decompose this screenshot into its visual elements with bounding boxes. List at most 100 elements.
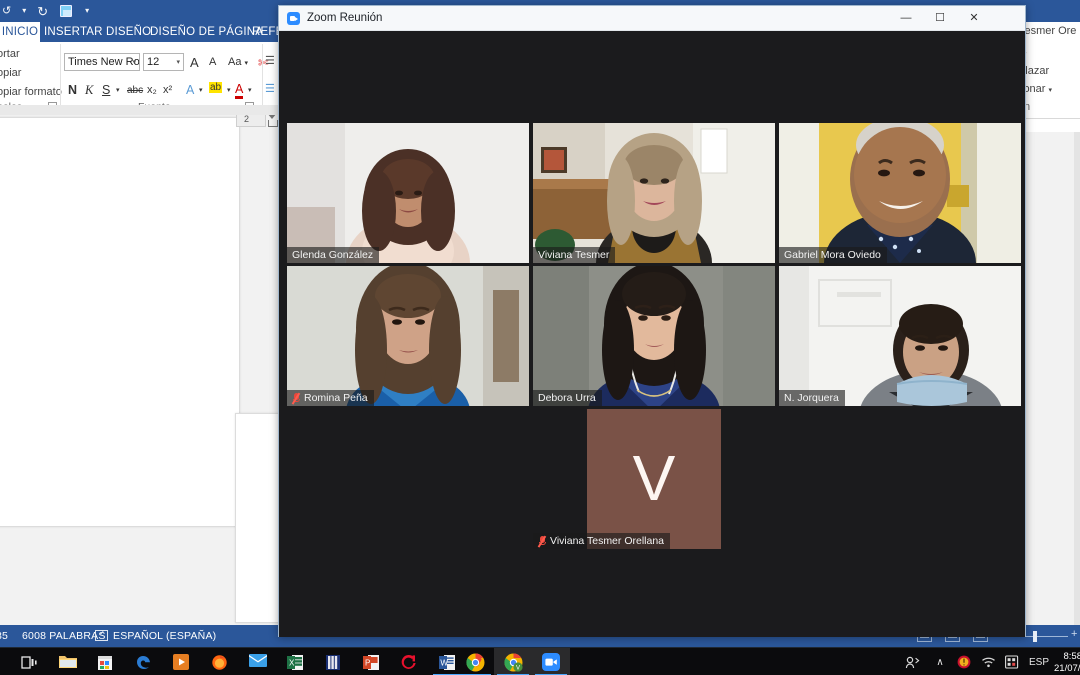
- font-size-dropdown-icon[interactable]: ▾: [176, 54, 180, 70]
- task-view-button[interactable]: [12, 648, 46, 675]
- microsoft-store-button[interactable]: [88, 648, 122, 675]
- language-indicator[interactable]: ESP: [1024, 648, 1054, 675]
- italic-button[interactable]: K: [85, 83, 93, 98]
- video-feed: [779, 266, 1021, 406]
- microsoft-store-icon: [97, 654, 114, 671]
- page-number-fragment[interactable]: 85: [0, 625, 8, 647]
- ruler-marker-icon[interactable]: [267, 113, 278, 127]
- language-label[interactable]: ESPAÑOL (ESPAÑA): [113, 625, 216, 647]
- copy-button[interactable]: opiar: [0, 67, 21, 79]
- tab-insertar[interactable]: INSERTAR: [44, 22, 103, 42]
- clock[interactable]: 8:58 21/07/2: [1054, 648, 1080, 675]
- word-count-label[interactable]: 6008 PALABRAS: [22, 625, 106, 647]
- firefox-icon: [211, 654, 228, 671]
- file-explorer-button[interactable]: [50, 648, 84, 675]
- font-size-input[interactable]: 12 ▾: [143, 53, 184, 71]
- format-painter-button[interactable]: opiar formato: [0, 86, 62, 98]
- acrobat-button[interactable]: [392, 648, 426, 675]
- zoom-taskbar-button[interactable]: [532, 648, 570, 675]
- font-color-button[interactable]: A: [235, 82, 244, 99]
- participant-tile[interactable]: Viviana Tesmer: [533, 123, 775, 263]
- change-case-button[interactable]: Aa ▾: [228, 56, 248, 68]
- zoom-app-icon: [287, 12, 300, 25]
- tab-diseno-de-pagina[interactable]: DISEÑO DE PÁGINA: [150, 22, 263, 42]
- task-view-icon: [20, 654, 38, 671]
- font-name-input[interactable]: Times New Ro ▾: [64, 53, 140, 71]
- clock-time: 8:58: [1063, 651, 1080, 662]
- muted-mic-icon: [537, 535, 547, 547]
- tab-diseno[interactable]: DISEÑO: [106, 22, 151, 42]
- participant-name-tag: Viviana Tesmer Orellana: [533, 533, 671, 549]
- text-effects-dropdown-icon[interactable]: ▾: [199, 86, 203, 94]
- bold-button[interactable]: N: [68, 83, 77, 97]
- subscript-button[interactable]: x₂: [147, 84, 157, 96]
- firefox-button[interactable]: [202, 648, 236, 675]
- cut-button[interactable]: ortar: [0, 48, 20, 60]
- customize-qat-icon[interactable]: ▾: [85, 7, 89, 15]
- excel-button[interactable]: X: [278, 648, 312, 675]
- powerpoint-button[interactable]: P: [354, 648, 388, 675]
- video-feed: [287, 266, 529, 406]
- close-button[interactable]: ✕: [957, 6, 991, 30]
- bullets-button[interactable]: ☰: [265, 54, 275, 67]
- chrome-button[interactable]: [456, 648, 494, 675]
- font-color-dropdown-icon[interactable]: ▾: [248, 86, 252, 94]
- maximize-button[interactable]: ☐: [923, 6, 957, 30]
- zoom-meeting-window[interactable]: Zoom Reunión — ☐ ✕ Glenda González Vivia…: [278, 5, 1026, 637]
- minimize-button[interactable]: —: [889, 6, 923, 30]
- media-player-button[interactable]: [164, 648, 198, 675]
- svg-text:W: W: [440, 658, 448, 667]
- people-icon[interactable]: [900, 648, 924, 675]
- underline-button[interactable]: S: [102, 83, 110, 97]
- zoom-slider-thumb[interactable]: [1033, 631, 1037, 642]
- redo-icon[interactable]: ↻: [37, 5, 48, 18]
- participant-tile[interactable]: Romina Peña: [287, 266, 529, 406]
- mendeley-button[interactable]: [316, 648, 350, 675]
- svg-text:P: P: [365, 658, 370, 667]
- document-page-next[interactable]: [235, 413, 280, 623]
- highlight-dropdown-icon[interactable]: ▾: [227, 86, 231, 94]
- highlight-icon[interactable]: ab: [209, 82, 223, 93]
- microsoft-edge-button[interactable]: [126, 648, 160, 675]
- mail-button[interactable]: [240, 648, 274, 675]
- document-scrollbar[interactable]: [1074, 132, 1080, 625]
- file-explorer-icon: [58, 654, 77, 671]
- participant-tile-avatar[interactable]: V Viviana Tesmer Orellana: [533, 409, 775, 549]
- underline-dropdown-icon[interactable]: ▾: [116, 86, 120, 94]
- wifi-icon[interactable]: [978, 648, 998, 675]
- participant-tile[interactable]: Glenda González: [287, 123, 529, 263]
- zoom-video-stage[interactable]: Glenda González Viviana Tesmer Gabriel M…: [279, 31, 1025, 637]
- grow-font-button[interactable]: A: [190, 55, 199, 70]
- show-hidden-icons-button[interactable]: ∧: [930, 648, 950, 675]
- participant-name: Romina Peña: [304, 392, 368, 404]
- acrobat-icon: [401, 654, 418, 671]
- microsoft-edge-icon: [135, 654, 152, 671]
- font-name-dropdown-icon[interactable]: ▾: [132, 54, 136, 70]
- text-effects-button[interactable]: A: [186, 83, 194, 97]
- undo-icon[interactable]: ↺: [2, 5, 11, 17]
- tab-inicio[interactable]: INICIO: [0, 22, 40, 42]
- participant-name-tag: Glenda González: [287, 247, 380, 263]
- save-icon[interactable]: [59, 4, 74, 18]
- align-left-button[interactable]: ☰: [265, 82, 275, 95]
- notification-icon[interactable]: [954, 648, 974, 675]
- superscript-button[interactable]: x²: [163, 84, 172, 96]
- participant-tile[interactable]: Debora Urra: [533, 266, 775, 406]
- action-center-icon[interactable]: [1002, 648, 1022, 675]
- media-player-icon: [172, 653, 190, 671]
- zoom-in-button[interactable]: +: [1071, 628, 1077, 640]
- participant-avatar-initial: V: [587, 409, 721, 549]
- document-page[interactable]: [0, 117, 240, 527]
- excel-icon: X: [286, 654, 304, 671]
- participant-tile-active-speaker[interactable]: Gabriel Mora Oviedo: [779, 123, 1021, 263]
- shrink-font-button[interactable]: A: [209, 56, 216, 68]
- zoom-window-title: Zoom Reunión: [307, 12, 383, 24]
- windows-taskbar[interactable]: X P W V ∧ ESP 8:58 21/07: [0, 647, 1080, 675]
- strikethrough-button[interactable]: abc: [127, 85, 143, 96]
- participant-tile[interactable]: N. Jorquera: [779, 266, 1021, 406]
- chrome-profile-button[interactable]: V: [494, 648, 532, 675]
- proofing-errors-icon[interactable]: [95, 628, 108, 641]
- participant-name: Glenda González: [292, 249, 374, 261]
- qat-dropdown-icon[interactable]: ▾: [22, 7, 26, 15]
- zoom-title-bar[interactable]: Zoom Reunión — ☐ ✕: [279, 6, 1025, 31]
